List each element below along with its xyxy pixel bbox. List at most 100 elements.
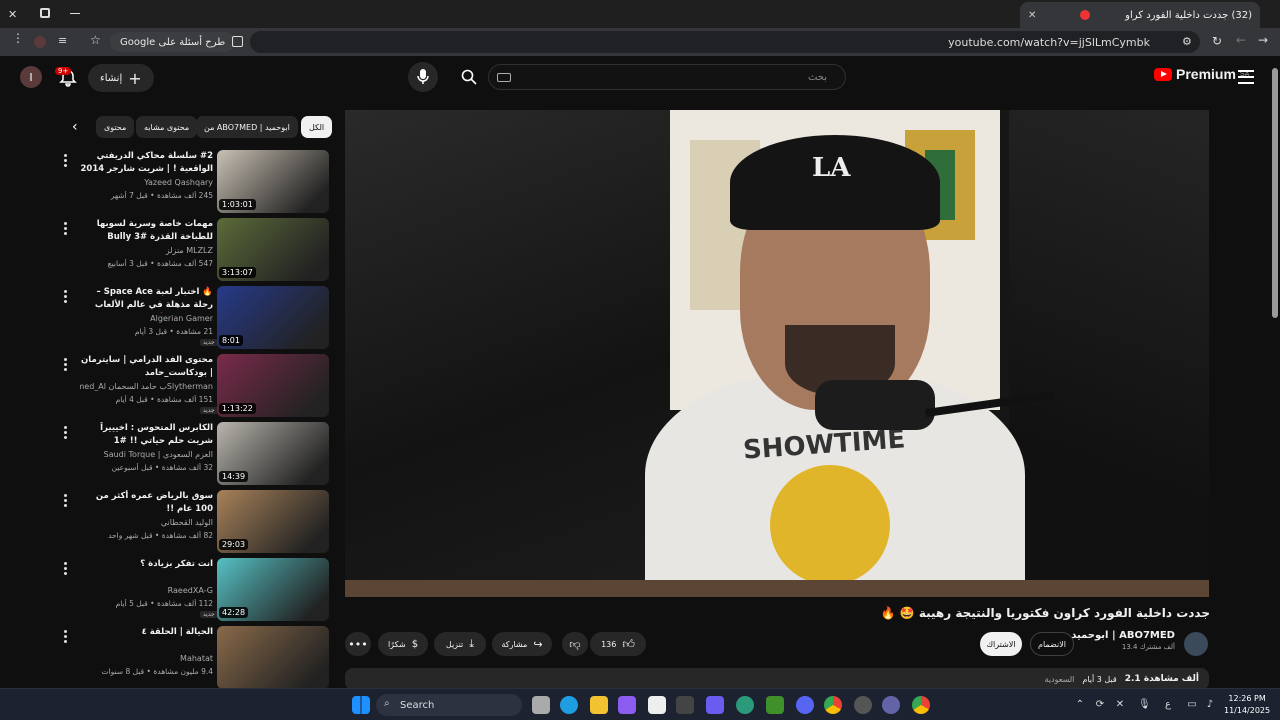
list-item[interactable]: انت تفكر بزيادة ؟ RaeedXA-G 112 ألف مشاهدة… xyxy=(60,558,330,622)
like-button[interactable]: 136 👍︎ xyxy=(590,632,646,656)
list-item[interactable]: 🔥 اختبار لعبة Space Ace – رحلة مذهلة في … xyxy=(60,286,330,350)
browser-tab[interactable]: ✕ (32) جددت داخلية الفورد كراو xyxy=(1020,2,1260,28)
rec-thumbnail[interactable]: 29:03 xyxy=(217,490,329,553)
rec-thumbnail[interactable]: 1:03:01 xyxy=(217,150,329,213)
url-bar[interactable]: youtube.com/watch?v=jjSlLmCymbk xyxy=(250,31,1200,53)
voice-search-button[interactable] xyxy=(408,62,438,92)
rec-channel[interactable]: العزم السعودي | Saudi Torque xyxy=(80,450,213,459)
chip-from-channel[interactable]: من ABO7MED | ابوحميد xyxy=(196,116,298,138)
channel-name[interactable]: ابوحميد | ABO7MED xyxy=(1060,630,1175,641)
rec-thumbnail[interactable]: 8:01 xyxy=(217,286,329,349)
list-item[interactable]: الكابرس المتحوس : اخيييراً شريت حلم حيات… xyxy=(60,422,330,486)
tray-mic-icon[interactable]: 🎙︎ xyxy=(1138,699,1151,711)
reading-list-icon[interactable]: ≡ xyxy=(58,34,67,47)
app-icon[interactable] xyxy=(676,696,694,714)
kebab-menu-icon[interactable] xyxy=(64,560,70,577)
video-player[interactable]: SHOWTIME LA xyxy=(345,110,1209,597)
file-explorer-icon[interactable] xyxy=(590,696,608,714)
rec-thumbnail[interactable] xyxy=(217,626,329,689)
rec-thumbnail[interactable]: 1:13:22 xyxy=(217,354,329,417)
rec-channel[interactable]: RaeedXA-G xyxy=(80,586,213,595)
kebab-menu-icon[interactable] xyxy=(64,220,70,237)
download-button[interactable]: تنزيل ⤓ xyxy=(434,632,486,656)
chrome-icon[interactable] xyxy=(824,696,842,714)
chrome-profile-icon[interactable] xyxy=(912,696,930,714)
rec-title[interactable]: سوق بالرياض عمره أكثر من 100 عام !! xyxy=(80,490,213,516)
reload-icon[interactable]: ↻ xyxy=(1212,34,1222,48)
channel-info[interactable]: ابوحميد | ABO7MED 13.4 ألف مشترك xyxy=(1060,630,1175,651)
join-button[interactable]: الانضمام xyxy=(1030,632,1074,656)
vpn-icon[interactable] xyxy=(736,696,754,714)
rec-channel[interactable]: Slythermanب حامد السحمان Hamed_Al... xyxy=(80,382,213,391)
discord-icon[interactable] xyxy=(796,696,814,714)
rec-title[interactable]: 🔥 اختبار لعبة Space Ace – رحلة مذهلة في … xyxy=(80,286,213,313)
rec-title[interactable]: محتوى الفد الدرامي | سايترمان | بودكاست_… xyxy=(80,354,213,380)
minecraft-icon[interactable] xyxy=(766,696,784,714)
edge-icon[interactable] xyxy=(560,696,578,714)
chip-all[interactable]: الكل xyxy=(301,116,333,138)
tab-search-icon[interactable]: ✕ xyxy=(8,8,20,21)
search-button[interactable] xyxy=(450,62,488,92)
scrollbar-thumb[interactable] xyxy=(1272,68,1278,318)
create-button[interactable]: إنشاء + xyxy=(88,64,154,92)
rec-title[interactable]: انت تفكر بزيادة ؟ xyxy=(80,558,213,571)
chip-similar[interactable]: محتوى مشابه xyxy=(136,116,198,138)
rec-channel[interactable]: الوليد القحطاني xyxy=(80,518,213,527)
youtube-premium-logo[interactable]: Premium SA xyxy=(1154,66,1249,82)
forward-icon[interactable]: ← xyxy=(1236,33,1246,47)
channel-avatar[interactable] xyxy=(1184,632,1208,656)
subscribe-button[interactable]: الاشتراك xyxy=(980,632,1022,656)
rec-channel[interactable]: MLZLZ منزلز xyxy=(80,246,213,255)
site-settings-icon[interactable]: ⚙ xyxy=(1182,35,1192,48)
rec-channel[interactable]: Mahatat xyxy=(80,654,213,663)
chevron-left-icon[interactable]: ‹ xyxy=(72,119,78,135)
tray-language-icon[interactable]: ع xyxy=(1162,699,1174,711)
profile-icon[interactable] xyxy=(34,36,46,48)
list-item[interactable]: الحيالة | الحلقة ٤ Mahatat 9.4 مليون مشاهد… xyxy=(60,626,330,690)
tray-chevron-icon[interactable]: ⌃ xyxy=(1074,699,1086,711)
kebab-menu-icon[interactable] xyxy=(64,356,70,373)
minimize-icon[interactable] xyxy=(70,13,80,14)
task-view-icon[interactable] xyxy=(532,696,550,714)
kebab-menu-icon[interactable] xyxy=(64,288,70,305)
ai-mode-chip[interactable]: طرح أسئلة على Google xyxy=(110,32,236,52)
rec-title[interactable]: الكابرس المتحوس : اخيييراً شريت حلم حيات… xyxy=(80,422,213,448)
rec-channel[interactable]: Algerian Gamer xyxy=(80,314,213,323)
tray-volume-icon[interactable]: ♪ xyxy=(1204,699,1216,711)
keyboard-icon[interactable] xyxy=(497,73,511,82)
terminal-icon[interactable] xyxy=(706,696,724,714)
taskbar-search[interactable]: ⌕ Search xyxy=(376,694,522,716)
window-icon[interactable] xyxy=(40,8,50,18)
bookmark-star-icon[interactable]: ☆ xyxy=(90,33,101,47)
list-item[interactable]: مهمات خاصة وسرية لسوبها للطباخة القذرة #… xyxy=(60,218,330,282)
chip-related[interactable]: محتوى xyxy=(96,116,135,138)
rec-thumbnail[interactable]: 14:39 xyxy=(217,422,329,485)
close-tab-icon[interactable]: ✕ xyxy=(1028,10,1036,21)
search-input[interactable]: بحث xyxy=(488,64,846,90)
hamburger-menu-icon[interactable] xyxy=(1238,70,1254,84)
rec-title[interactable]: الحيالة | الحلقة ٤ xyxy=(80,626,213,639)
tray-mute-icon[interactable]: ✕ xyxy=(1114,699,1126,711)
rec-title[interactable]: #2 سلسلة محاكي الدريفتي الواقعية ! | شري… xyxy=(80,150,213,177)
share-button[interactable]: مشاركة ↪ xyxy=(492,632,552,656)
more-menu-icon[interactable]: ⋮ xyxy=(12,32,24,44)
description-box[interactable]: السعودية قبل 3 أيام 2.1 ألف مشاهدة xyxy=(345,668,1209,690)
tray-sync-icon[interactable]: ⟳ xyxy=(1094,699,1106,711)
list-item[interactable]: محتوى الفد الدرامي | سايترمان | بودكاست_… xyxy=(60,354,330,418)
kebab-menu-icon[interactable] xyxy=(64,492,70,509)
kebab-menu-icon[interactable] xyxy=(64,152,70,169)
rec-thumbnail[interactable]: 42:28 xyxy=(217,558,329,621)
chat-app-icon[interactable] xyxy=(882,696,900,714)
tray-network-icon[interactable]: ▭ xyxy=(1186,699,1198,711)
back-icon[interactable]: → xyxy=(1258,33,1268,47)
rec-channel[interactable]: Yazeed Qashqary xyxy=(80,178,213,187)
rec-title[interactable]: مهمات خاصة وسرية لسوبها للطباخة القذرة #… xyxy=(80,218,213,244)
more-actions-button[interactable]: ••• xyxy=(345,632,371,656)
taskbar-clock[interactable]: 12:26 PM 11/14/2025 xyxy=(1224,693,1270,717)
store-icon[interactable] xyxy=(648,696,666,714)
kebab-menu-icon[interactable] xyxy=(64,628,70,645)
dislike-button[interactable]: 👎︎ xyxy=(562,632,588,656)
page-scrollbar[interactable] xyxy=(1270,56,1280,688)
copilot-icon[interactable] xyxy=(618,696,636,714)
thanks-button[interactable]: شكرًا $ xyxy=(378,632,428,656)
